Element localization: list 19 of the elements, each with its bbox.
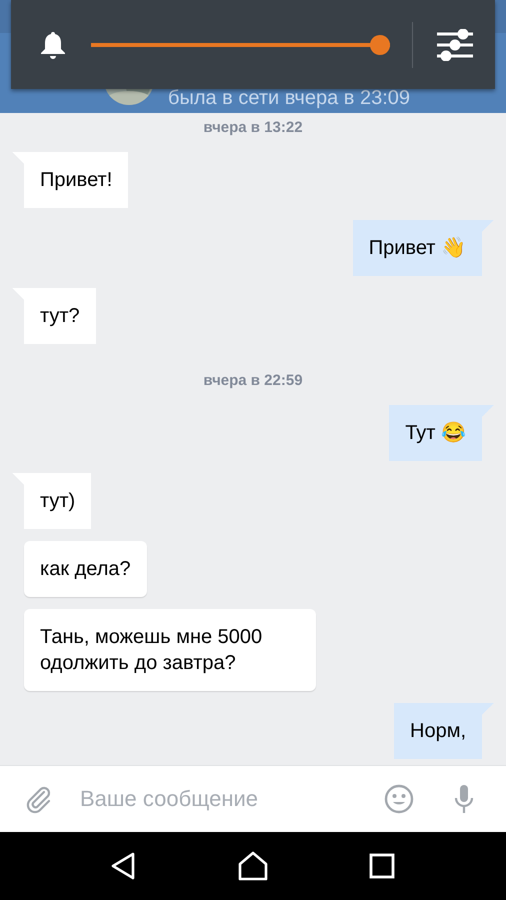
message-input[interactable]: Ваше сообщение xyxy=(68,786,370,812)
incoming-message: Привет! xyxy=(12,152,128,208)
home-icon[interactable] xyxy=(238,851,268,881)
bell-icon xyxy=(39,30,67,60)
date-separator: вчера в 13:22 xyxy=(203,119,303,136)
incoming-message: Тань, можешь мне 5000 одолжить до завтра? xyxy=(24,609,316,691)
recents-icon[interactable] xyxy=(366,851,397,881)
microphone-icon[interactable] xyxy=(454,784,474,814)
incoming-message: тут) xyxy=(12,473,92,529)
date-separator: вчера в 22:59 xyxy=(203,372,303,389)
last-seen-status: была в сети вчера в 23:09 xyxy=(168,87,410,109)
outgoing-message: Норм, xyxy=(394,703,494,759)
outgoing-message: Тут 😂 xyxy=(389,405,494,461)
incoming-message: как дела? xyxy=(24,541,147,597)
outgoing-message: Привет 👋 xyxy=(352,220,494,276)
slider-thumb[interactable] xyxy=(370,34,390,54)
smiley-icon[interactable] xyxy=(384,784,414,814)
incoming-message: тут? xyxy=(12,288,96,344)
settings-icon[interactable] xyxy=(437,28,473,60)
